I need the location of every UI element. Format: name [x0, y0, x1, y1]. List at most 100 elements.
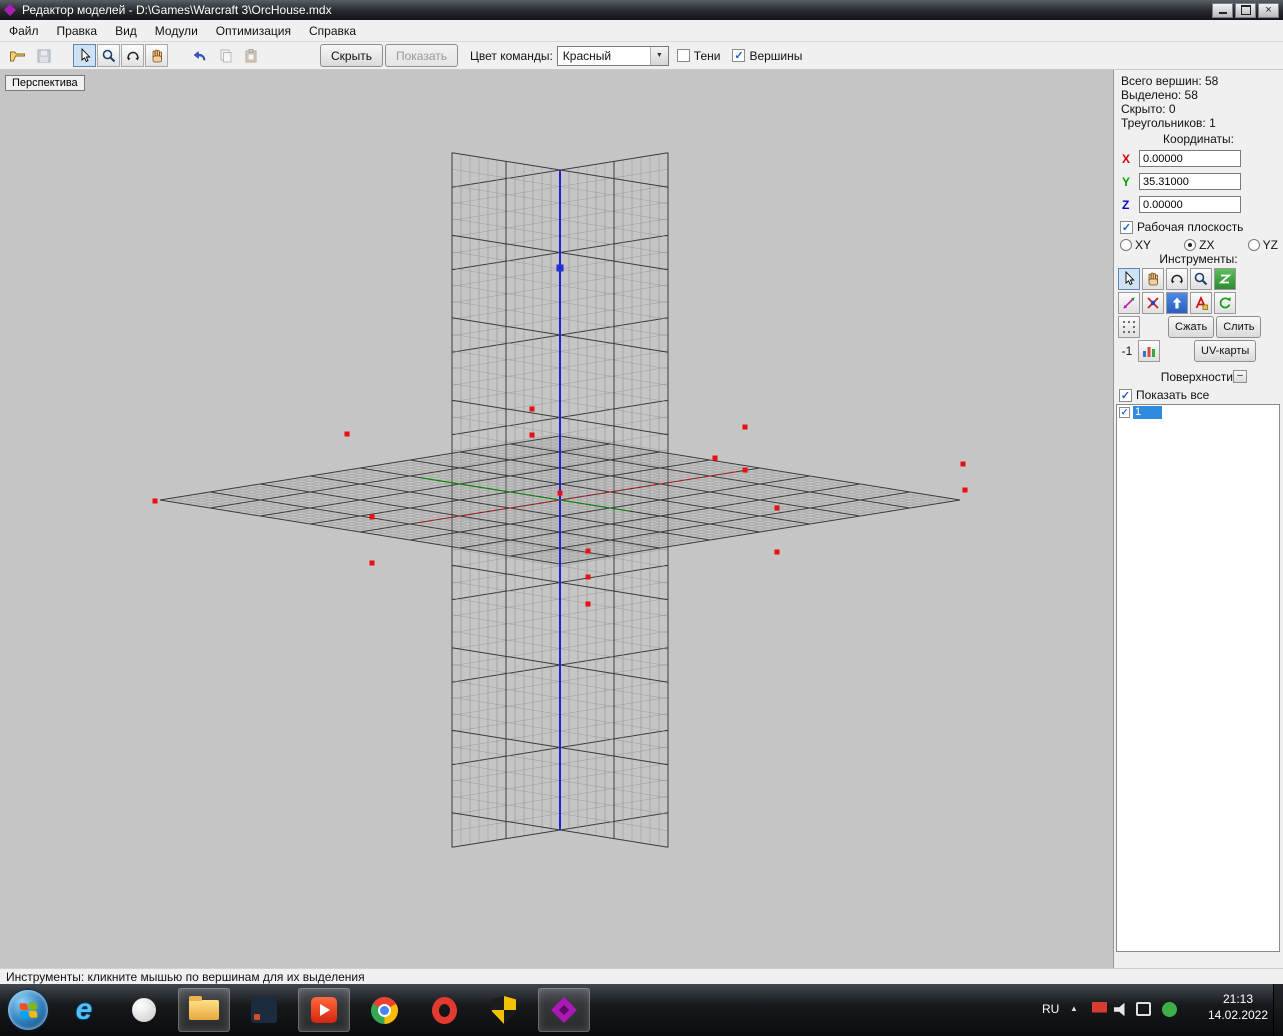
tray-expand-icon[interactable]: ▲	[1070, 1004, 1078, 1013]
hide-button[interactable]: Скрыть	[320, 44, 383, 67]
show-all-checkbox[interactable]: ✓	[1119, 389, 1132, 402]
dots-icon	[1121, 319, 1137, 335]
viewport-3d[interactable]: Перспектива	[0, 70, 1113, 968]
zoom-tool-button[interactable]	[97, 44, 120, 67]
clock[interactable]: 21:13 14.02.2022	[1196, 991, 1280, 1023]
taskbar-media-player[interactable]	[298, 988, 350, 1032]
workplane-checkbox-row[interactable]: ✓ Рабочая плоскость	[1120, 220, 1243, 234]
start-button[interactable]	[8, 990, 48, 1030]
merge-button[interactable]: Слить	[1216, 316, 1261, 338]
taskbar-explorer[interactable]	[178, 988, 230, 1032]
taskbar-opera[interactable]	[418, 988, 470, 1032]
menu-view[interactable]: Вид	[106, 21, 146, 41]
tool-grid: Сжать Слить -1 UV-карты	[1118, 268, 1280, 364]
vertices-checkbox-row[interactable]: ✓ Вершины	[732, 49, 802, 63]
save-button[interactable]	[32, 44, 55, 67]
move-vertices-button[interactable]	[1118, 292, 1140, 314]
taskbar-antivirus[interactable]	[478, 988, 530, 1032]
team-color-select[interactable]: Красный ▼	[557, 46, 669, 66]
chevron-down-icon[interactable]: ▼	[650, 47, 668, 65]
collapse-button[interactable]: –	[1233, 370, 1247, 383]
snap-vertices-button[interactable]	[1142, 292, 1164, 314]
workplane-checkbox[interactable]: ✓	[1120, 221, 1133, 234]
opera-icon	[432, 997, 457, 1024]
menu-modules[interactable]: Модули	[146, 21, 207, 41]
menu-optimization[interactable]: Оптимизация	[207, 21, 300, 41]
undo-button[interactable]	[188, 44, 211, 67]
copy-button[interactable]	[214, 44, 237, 67]
z-depth-button[interactable]	[1214, 268, 1236, 290]
lock-vertices-button[interactable]	[1190, 292, 1212, 314]
arrow-up-icon	[1169, 295, 1185, 311]
tray-flag-icon[interactable]	[1092, 1002, 1107, 1017]
coord-z-input[interactable]	[1139, 196, 1241, 213]
save-icon	[36, 48, 52, 64]
wireframe-scene[interactable]	[0, 70, 1113, 968]
plane-xy-radio[interactable]: XY	[1120, 238, 1151, 252]
show-all-checkbox-row[interactable]: ✓ Показать все	[1119, 388, 1209, 402]
histogram-button[interactable]	[1138, 340, 1160, 362]
view-mode-button[interactable]: Перспектива	[5, 75, 85, 91]
paste-button[interactable]	[239, 44, 262, 67]
rotate-tool-button[interactable]	[121, 44, 144, 67]
surfaces-list[interactable]: ✓ 1	[1116, 404, 1280, 952]
select-tool-button[interactable]	[73, 44, 96, 67]
magnifier-icon	[1193, 271, 1209, 287]
coord-x-input[interactable]	[1139, 150, 1241, 167]
letter-a-lock-icon	[1193, 295, 1209, 311]
taskbar-chrome[interactable]	[358, 988, 410, 1032]
menu-edit[interactable]: Правка	[48, 21, 107, 41]
surfaces-title: Поверхности:	[1114, 370, 1283, 384]
tray-network-icon[interactable]	[1136, 1002, 1151, 1016]
show-button[interactable]: Показать	[385, 44, 458, 67]
toolbar: Скрыть Показать Цвет команды: Красный ▼ …	[0, 42, 1283, 70]
menu-file[interactable]: Файл	[0, 21, 48, 41]
compress-button[interactable]: Сжать	[1168, 316, 1214, 338]
dotted-selection-button[interactable]	[1118, 316, 1140, 338]
stat-hidden: Скрыто: 0	[1121, 102, 1218, 116]
surface-list-item[interactable]: ✓ 1	[1117, 405, 1279, 420]
check-icon: ✓	[1121, 407, 1129, 418]
taskbar-internet-explorer[interactable]: e	[58, 988, 110, 1032]
z-axis-label: Z	[1122, 198, 1135, 212]
taskbar-dark-app[interactable]	[238, 988, 290, 1032]
pan-tool-button[interactable]	[145, 44, 168, 67]
uv-maps-button[interactable]: UV-карты	[1194, 340, 1256, 362]
menu-help[interactable]: Справка	[300, 21, 365, 41]
select-vertices-button[interactable]	[1118, 268, 1140, 290]
pan-button[interactable]	[1142, 268, 1164, 290]
tray-volume-icon[interactable]	[1114, 1002, 1129, 1017]
vertices-checkbox[interactable]: ✓	[732, 49, 745, 62]
minimize-button[interactable]	[1212, 3, 1233, 18]
refresh-button[interactable]	[1214, 292, 1236, 314]
close-button[interactable]: ×	[1258, 3, 1279, 18]
menubar: Файл Правка Вид Модули Оптимизация Справ…	[0, 20, 1283, 42]
stat-total-vertices: Всего вершин: 58	[1121, 74, 1218, 88]
tray-status-icon[interactable]	[1162, 1002, 1177, 1017]
cross-snap-icon	[1145, 295, 1161, 311]
plane-zx-radio[interactable]: ZX	[1184, 238, 1214, 252]
app-icon	[4, 4, 16, 16]
taskbar-white-app[interactable]	[118, 988, 170, 1032]
undo-icon	[192, 48, 208, 64]
surface-visible-checkbox[interactable]: ✓	[1119, 407, 1130, 418]
team-color-label: Цвет команды:	[470, 49, 553, 63]
titlebar: Редактор моделей - D:\Games\Warcraft 3\O…	[0, 0, 1283, 20]
taskbar-model-editor[interactable]	[538, 988, 590, 1032]
application-window: Редактор моделей - D:\Games\Warcraft 3\O…	[0, 0, 1283, 1036]
rotate-view-button[interactable]	[1166, 268, 1188, 290]
show-desktop-button[interactable]	[1273, 984, 1283, 1036]
open-button[interactable]	[6, 44, 29, 67]
language-indicator[interactable]: RU	[1042, 1002, 1059, 1016]
shadows-checkbox[interactable]	[677, 49, 690, 62]
zoom-button[interactable]	[1190, 268, 1212, 290]
check-icon: ✓	[734, 49, 743, 62]
coord-y-input[interactable]	[1139, 173, 1241, 190]
surface-name-selected[interactable]: 1	[1133, 406, 1162, 419]
shadows-checkbox-row[interactable]: Тени	[677, 49, 721, 63]
plane-yz-radio[interactable]: YZ	[1248, 238, 1278, 252]
extrude-up-button[interactable]	[1166, 292, 1188, 314]
stat-selected: Выделено: 58	[1121, 88, 1218, 102]
maximize-button[interactable]	[1235, 3, 1256, 18]
chrome-icon	[371, 997, 398, 1024]
